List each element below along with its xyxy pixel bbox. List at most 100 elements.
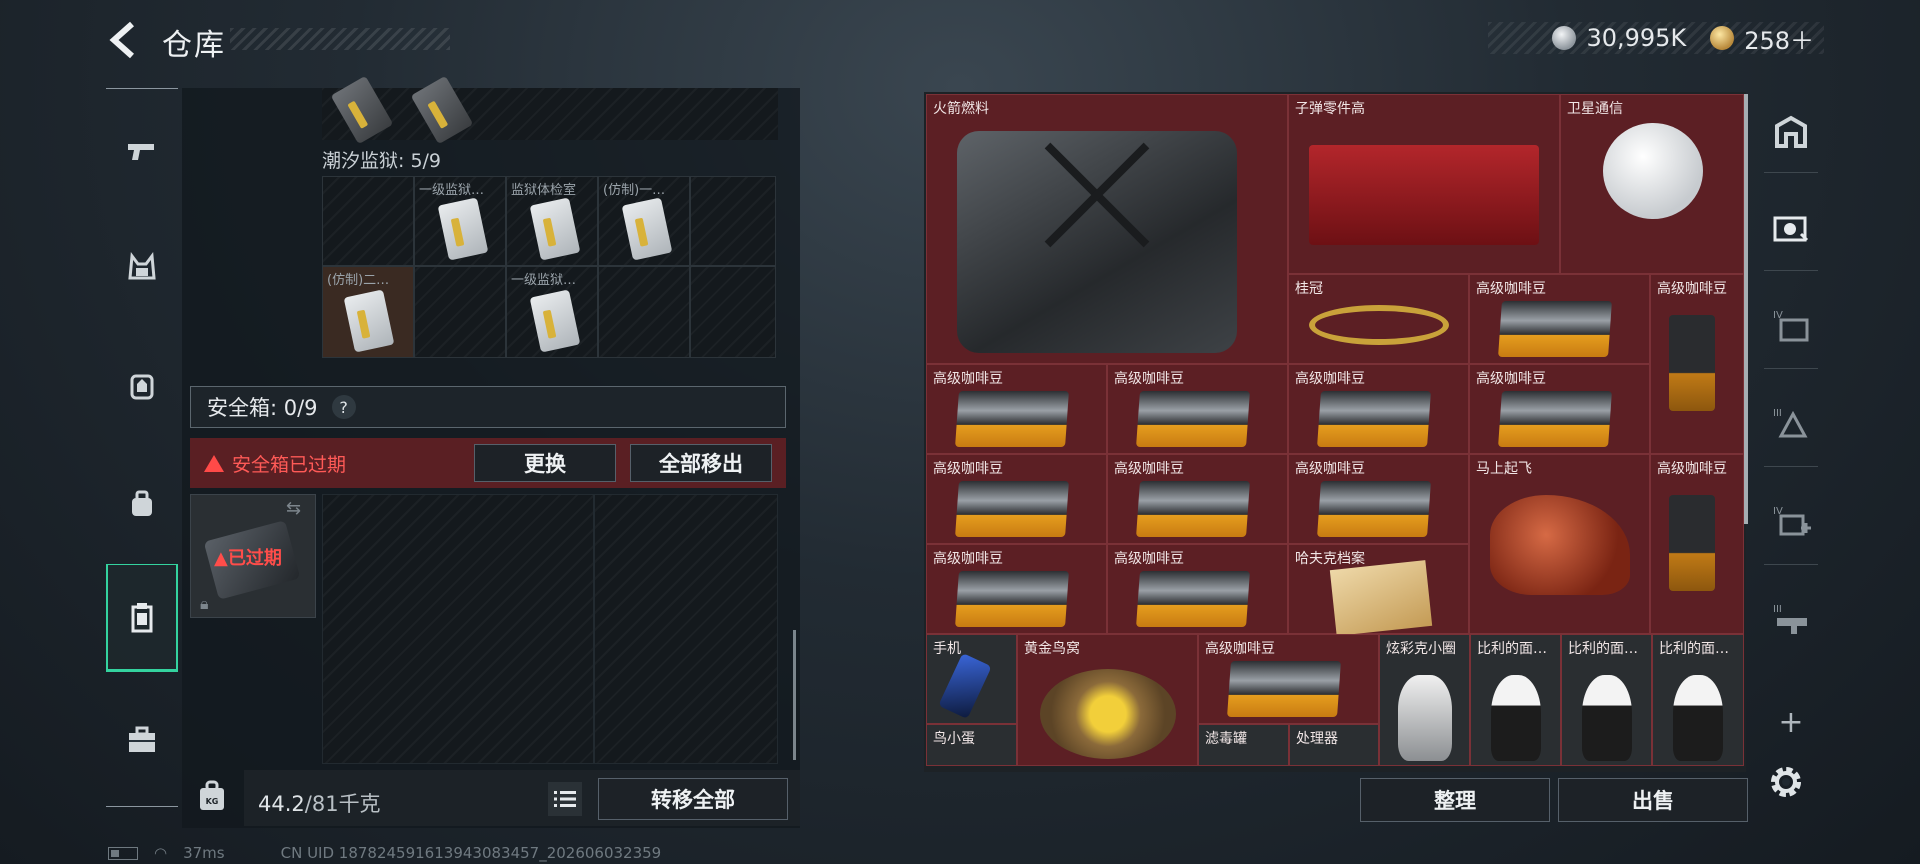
container-cell[interactable] <box>690 176 776 266</box>
gun-iii-icon: III <box>1773 604 1807 634</box>
item-label: 高级咖啡豆 <box>933 371 1003 387</box>
prison-keycard-icon <box>343 289 395 353</box>
stash-item[interactable]: 高级咖啡豆 <box>1469 274 1650 364</box>
safe-box-label: 安全箱: 0/9 <box>207 396 318 420</box>
rail-item-weapon[interactable] <box>106 110 178 190</box>
container-cell[interactable]: (仿制)二… <box>322 266 414 358</box>
rail-item-briefcase[interactable] <box>106 700 178 780</box>
wifi-icon: ◠ <box>154 844 168 862</box>
rail-item-stash-iv-add[interactable]: IV <box>1756 482 1826 562</box>
stash-item[interactable]: 高级咖啡豆 <box>926 544 1107 634</box>
stash-item[interactable]: 子弹零件高 <box>1288 94 1560 274</box>
rail-item-stash-iii-warning[interactable]: III <box>1756 384 1826 464</box>
stash-scrollbar[interactable] <box>1744 94 1748 524</box>
container-cell[interactable]: 一级监狱… <box>506 266 598 358</box>
stash-item[interactable]: 桂冠 <box>1288 274 1469 364</box>
item-label: 马上起飞 <box>1476 461 1532 477</box>
stash-item[interactable]: 高级咖啡豆 <box>926 454 1107 544</box>
figurine-image <box>1398 675 1452 761</box>
stash-item[interactable]: 火箭燃料 <box>926 94 1288 364</box>
rail-item-stash-iv-folder[interactable]: IV <box>1756 286 1826 366</box>
weight-kg-icon: KG <box>200 780 224 810</box>
container-cell[interactable]: (仿制)一… <box>598 176 690 266</box>
stash-item[interactable]: 哈夫克档案 <box>1288 544 1469 636</box>
back-button[interactable] <box>104 18 144 62</box>
pistol-icon <box>128 144 154 160</box>
rail-item-armor[interactable] <box>106 228 178 308</box>
item-label: (仿制)一… <box>603 183 666 198</box>
help-icon[interactable]: ? <box>331 395 356 419</box>
sort-button[interactable]: 整理 <box>1360 778 1550 822</box>
stash-item[interactable]: 高级咖啡豆 <box>1650 274 1744 454</box>
item-label: 比利的面… <box>1477 641 1547 657</box>
stash-item[interactable]: 高级咖啡豆 <box>1107 364 1288 454</box>
lock-icon: 🔒︎ <box>200 594 209 613</box>
stash-item[interactable]: 比利的面… <box>1652 634 1744 766</box>
rail-item-stash-filter[interactable] <box>1756 188 1826 268</box>
warning-iii-icon: III <box>1773 408 1808 438</box>
container-cell[interactable] <box>690 266 776 358</box>
item-label: 鸟小蛋 <box>933 731 975 747</box>
item-label: 处理器 <box>1296 731 1338 747</box>
item-label: 手机 <box>933 641 961 657</box>
gold-currency-value[interactable]: 258＋ <box>1744 21 1814 56</box>
briefcase-icon <box>129 726 155 752</box>
rail-item-safe-case[interactable] <box>106 564 178 672</box>
container-cell[interactable] <box>322 176 414 266</box>
stash-item[interactable]: 高级咖啡豆 <box>1650 454 1744 634</box>
gear-icon <box>1771 767 1801 797</box>
stash-item[interactable]: 高级咖啡豆 <box>1469 364 1650 454</box>
safe-box-slot[interactable] <box>322 494 594 764</box>
stash-item[interactable]: 鸟小蛋 <box>926 724 1017 766</box>
item-label: 监狱体检室 <box>511 183 577 198</box>
safe-box-slot[interactable] <box>594 494 778 764</box>
coffee-beans-image <box>1669 315 1715 411</box>
prison-keycard-icon <box>437 197 489 261</box>
stash-item[interactable]: 高级咖啡豆 <box>1107 454 1288 544</box>
stash-item[interactable]: 马上起飞 <box>1469 454 1650 634</box>
stash-item[interactable]: 高级咖啡豆 <box>926 364 1107 454</box>
coffee-beans-image <box>1136 481 1250 537</box>
stash-item[interactable]: 黄金鸟窝 <box>1017 634 1198 766</box>
stash-item[interactable]: 滤毒罐 <box>1198 724 1289 766</box>
ammo-parts-image <box>1309 145 1539 245</box>
item-label: 子弹零件高 <box>1295 101 1365 117</box>
replace-button[interactable]: 更换 <box>474 444 616 482</box>
stash-item[interactable]: 比利的面… <box>1561 634 1652 766</box>
stash-item[interactable]: 手机 <box>926 634 1017 724</box>
swap-icon[interactable]: ⇆ <box>286 498 301 519</box>
rail-item-stash-iii-gun[interactable]: III <box>1756 580 1826 660</box>
stash-item[interactable]: 比利的面… <box>1470 634 1561 766</box>
stash-item[interactable]: 卫星通信 <box>1560 94 1744 274</box>
stash-item[interactable]: 高级咖啡豆 <box>1198 634 1379 724</box>
container-cell[interactable]: 一级监狱… <box>414 176 506 266</box>
item-label: (仿制)二… <box>327 273 390 288</box>
prison-keycard-icon <box>529 289 581 353</box>
sell-button[interactable]: 出售 <box>1558 778 1748 822</box>
container-cell[interactable] <box>598 266 690 358</box>
settings-button[interactable] <box>1764 760 1808 804</box>
add-stash-page-button[interactable]: + <box>1766 700 1816 744</box>
item-label: 哈夫克档案 <box>1295 551 1365 567</box>
coffee-beans-image <box>1498 391 1612 447</box>
billy-mask-image <box>1582 675 1632 761</box>
container-cell[interactable]: 监狱体检室 <box>506 176 598 266</box>
list-view-button[interactable] <box>548 782 582 816</box>
scrollbar[interactable] <box>793 630 796 760</box>
item-label: 高级咖啡豆 <box>1205 641 1275 657</box>
rail-item-bag[interactable] <box>106 464 178 544</box>
stash-item[interactable]: 高级咖啡豆 <box>1288 364 1469 454</box>
rail-item-stash-home[interactable] <box>1756 92 1826 172</box>
transfer-all-button[interactable]: 转移全部 <box>598 778 788 820</box>
coffee-beans-image <box>1317 481 1431 537</box>
container-cell[interactable] <box>414 266 506 358</box>
stash-item[interactable]: 炫彩克小圈 <box>1379 634 1470 766</box>
prison-keycard-icon <box>621 197 673 261</box>
billy-mask-image <box>1491 675 1541 761</box>
case-expired-label: ▲已过期 <box>214 548 282 569</box>
stash-item[interactable]: 处理器 <box>1289 724 1379 766</box>
stash-item[interactable]: 高级咖啡豆 <box>1288 454 1469 544</box>
stash-item[interactable]: 高级咖啡豆 <box>1107 544 1288 634</box>
rail-item-backpack[interactable] <box>106 346 178 426</box>
remove-all-button[interactable]: 全部移出 <box>630 444 772 482</box>
